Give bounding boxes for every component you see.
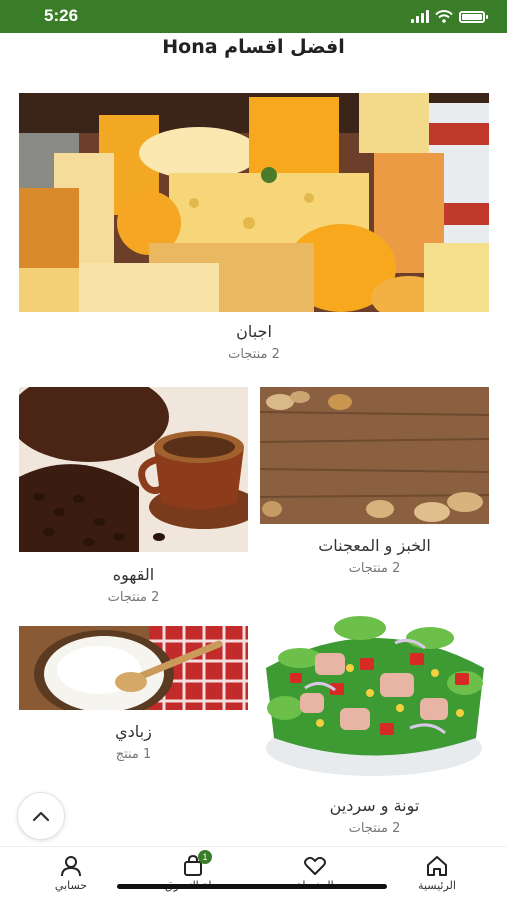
tab-home[interactable]: الرئيسية (374, 847, 500, 900)
category-tile-tuna[interactable] (260, 598, 489, 783)
category-tile-bread[interactable] (260, 387, 489, 524)
home-indicator (117, 884, 387, 889)
category-tile-coffee[interactable] (19, 387, 248, 552)
chevron-up-icon (32, 811, 50, 822)
tab-account[interactable]: حسابي (8, 847, 134, 900)
coffee-image (19, 387, 248, 552)
cheese-image (19, 93, 489, 312)
tab-account-label: حسابي (54, 879, 88, 892)
battery-icon (459, 11, 488, 23)
wifi-icon (435, 10, 453, 23)
category-tile-yogurt[interactable] (19, 626, 248, 710)
category-name: زبادي (115, 722, 152, 741)
category-count: 2 منتجات (107, 590, 160, 605)
home-icon (427, 856, 447, 876)
tuna-image (260, 598, 489, 783)
scroll-to-top-button[interactable] (17, 792, 65, 840)
bread-image (260, 387, 489, 524)
user-icon (61, 856, 81, 877)
yogurt-image (19, 626, 248, 710)
status-icons (411, 10, 488, 23)
category-tile-cheese[interactable] (19, 93, 489, 312)
category-name: القهوه (112, 565, 155, 584)
cart-badge: 1 (198, 850, 212, 864)
signal-icon (411, 10, 429, 23)
category-count: 2 منتجات (228, 347, 280, 362)
category-name: تونة و سردين (329, 796, 420, 815)
heart-icon (304, 856, 326, 875)
page-title: افضل اقسام Hona (162, 36, 345, 58)
status-time: 5:26 (44, 6, 79, 25)
category-name: اجبان (236, 322, 272, 341)
tab-cart[interactable]: 1 سلة التسوق (130, 847, 256, 900)
category-name: الخبز و المعجنات (318, 536, 431, 555)
category-count: 2 منتجات (348, 821, 401, 836)
bottom-tab-bar: الرئيسية المفضلة 1 سلة التسوق حسابي (0, 846, 507, 900)
tab-home-label: الرئيسية (418, 879, 456, 892)
category-count: 2 منتجات (348, 561, 401, 576)
status-bar: 5:26 (0, 0, 507, 33)
category-count: 1 منتج (115, 747, 152, 762)
tab-favorites[interactable]: المفضلة (252, 847, 378, 900)
